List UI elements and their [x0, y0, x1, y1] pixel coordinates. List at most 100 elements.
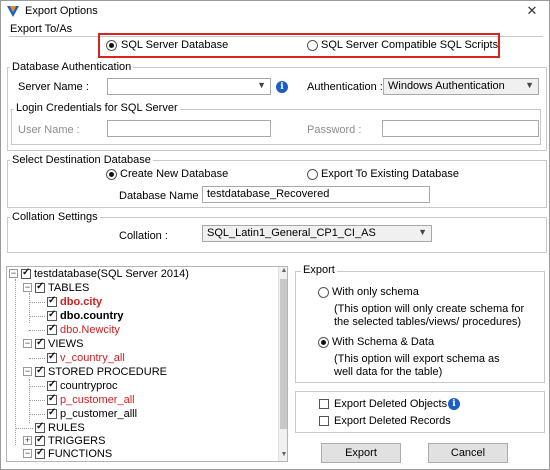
tree-connector — [29, 302, 45, 303]
tree-item-label: p_customer_all — [60, 394, 135, 406]
tree-checkbox[interactable] — [35, 365, 45, 377]
window-title: Export Options — [25, 5, 98, 17]
schema-and-data-description: (This option will export schema as — [334, 353, 500, 365]
tree-item-label: testdatabase(SQL Server 2014) — [34, 268, 189, 280]
radio-schema-only[interactable] — [318, 287, 329, 298]
tree-connector — [29, 386, 45, 387]
export-deleted-objects-checkbox[interactable] — [319, 399, 329, 409]
database-name-label: Database Name : — [119, 190, 205, 202]
schema-only-description: the selected tables/views/ procedures) — [334, 316, 522, 328]
tree-connector — [29, 414, 45, 415]
tree-checkbox[interactable] — [47, 379, 57, 391]
tree-checkbox[interactable] — [35, 434, 45, 446]
tree-connector — [15, 428, 33, 429]
scroll-up-icon[interactable]: ▲ — [279, 267, 287, 277]
collapse-icon[interactable]: − — [23, 367, 32, 376]
tree-item-label: dbo.Newcity — [60, 324, 120, 336]
server-name-label: Server Name : — [18, 81, 89, 93]
tree-checkbox[interactable] — [35, 281, 45, 293]
tree-connector — [29, 330, 45, 331]
close-icon[interactable]: ✕ — [519, 1, 545, 21]
collation-combo[interactable]: SQL_Latin1_General_CP1_CI_AS ▼ — [202, 225, 432, 242]
export-label: Export — [301, 264, 337, 276]
tree-connector — [29, 358, 45, 359]
expand-icon[interactable]: + — [23, 436, 32, 445]
database-name-input[interactable]: testdatabase_Recovered — [202, 186, 430, 203]
authentication-label: Authentication : — [307, 81, 383, 93]
tree-connector — [29, 293, 30, 323]
tree-item-label: v_country_all — [60, 352, 125, 364]
tree-item-label: VIEWS — [48, 338, 84, 350]
collapse-icon[interactable]: − — [23, 449, 32, 458]
radio-create-new-database[interactable] — [106, 169, 117, 180]
tree-checkbox[interactable] — [47, 295, 57, 307]
scrollbar-thumb[interactable] — [280, 279, 287, 429]
user-name-label: User Name : — [18, 124, 80, 136]
export-to-label: Export To/As — [10, 23, 73, 35]
tree-item-label: east_from_long — [60, 461, 136, 462]
radio-schema-and-data[interactable] — [318, 337, 329, 348]
authentication-combo[interactable]: Windows Authentication ▼ — [383, 78, 539, 95]
tree-connector — [29, 316, 45, 317]
radio-export-existing-database[interactable] — [307, 169, 318, 180]
tree-item-label: p_customer_alll — [60, 408, 138, 420]
tree-checkbox[interactable] — [47, 351, 57, 363]
tree-checkbox[interactable] — [47, 393, 57, 405]
object-tree[interactable]: − testdatabase(SQL Server 2014) − TABLES… — [6, 266, 288, 462]
tree-item-label: RULES — [48, 422, 85, 434]
export-deleted-objects-label[interactable]: Export Deleted Objects — [334, 398, 447, 410]
tree-vertical-scrollbar[interactable]: ▲ ▼ — [278, 267, 287, 461]
scroll-down-icon[interactable]: ▼ — [279, 451, 287, 461]
tree-checkbox[interactable] — [47, 323, 57, 335]
tree-item-label: countryproc — [60, 380, 118, 392]
schema-and-data-label[interactable]: With Schema & Data — [332, 336, 434, 348]
cancel-button[interactable]: Cancel — [428, 443, 508, 463]
export-options-window: Export Options ✕ Export To/As SQL Server… — [0, 0, 550, 470]
collation-settings-label: Collation Settings — [10, 211, 100, 223]
user-name-input[interactable] — [107, 120, 271, 137]
chevron-down-icon: ▼ — [418, 227, 427, 237]
tree-checkbox[interactable] — [35, 337, 45, 349]
collapse-icon[interactable]: − — [23, 283, 32, 292]
destination-label: Select Destination Database — [10, 154, 153, 166]
export-existing-database-label[interactable]: Export To Existing Database — [321, 168, 459, 180]
password-label: Password : — [307, 124, 362, 136]
authentication-value: Windows Authentication — [388, 80, 505, 92]
db-auth-label: Database Authentication — [10, 61, 134, 73]
schema-and-data-description: well data for the table) — [334, 366, 443, 378]
info-icon[interactable]: i — [276, 81, 288, 93]
chevron-down-icon: ▼ — [525, 80, 534, 90]
tree-item-label: FUNCTIONS — [48, 448, 113, 460]
schema-only-description: (This option will only create schema for — [334, 303, 525, 315]
collapse-icon[interactable]: − — [23, 339, 32, 348]
schema-only-label[interactable]: With only schema — [332, 286, 419, 298]
app-logo-icon — [7, 6, 19, 17]
collation-label: Collation : — [119, 230, 168, 242]
collapse-icon[interactable]: − — [9, 269, 18, 278]
tree-connector — [15, 279, 16, 445]
tree-item-label: dbo.country — [60, 310, 124, 322]
radio-sql-server-database[interactable] — [106, 40, 117, 51]
tree-checkbox[interactable] — [21, 267, 31, 279]
tree-checkbox[interactable] — [35, 421, 45, 433]
create-new-database-label[interactable]: Create New Database — [120, 168, 228, 180]
info-icon[interactable]: i — [448, 398, 460, 410]
password-input[interactable] — [382, 120, 539, 137]
tree-connector — [29, 400, 45, 401]
radio-sql-scripts-label[interactable]: SQL Server Compatible SQL Scripts — [321, 39, 498, 51]
export-button[interactable]: Export — [321, 443, 401, 463]
tree-item-label: TABLES — [48, 282, 90, 294]
server-name-combo[interactable]: ▼ — [107, 78, 271, 95]
tree-checkbox[interactable] — [47, 407, 57, 419]
login-credentials-label: Login Credentials for SQL Server — [14, 102, 180, 114]
tree-checkbox[interactable] — [47, 309, 57, 321]
tree-item-label: STORED PROCEDURE — [48, 366, 167, 378]
radio-sql-server-database-label[interactable]: SQL Server Database — [121, 39, 228, 51]
chevron-down-icon: ▼ — [257, 80, 266, 90]
title-bar: Export Options ✕ — [1, 1, 549, 21]
export-deleted-records-label[interactable]: Export Deleted Records — [334, 415, 451, 427]
export-deleted-records-checkbox[interactable] — [319, 416, 329, 426]
tree-item-label: dbo.city — [60, 296, 103, 308]
tree-checkbox[interactable] — [35, 447, 45, 459]
radio-sql-scripts[interactable] — [307, 40, 318, 51]
